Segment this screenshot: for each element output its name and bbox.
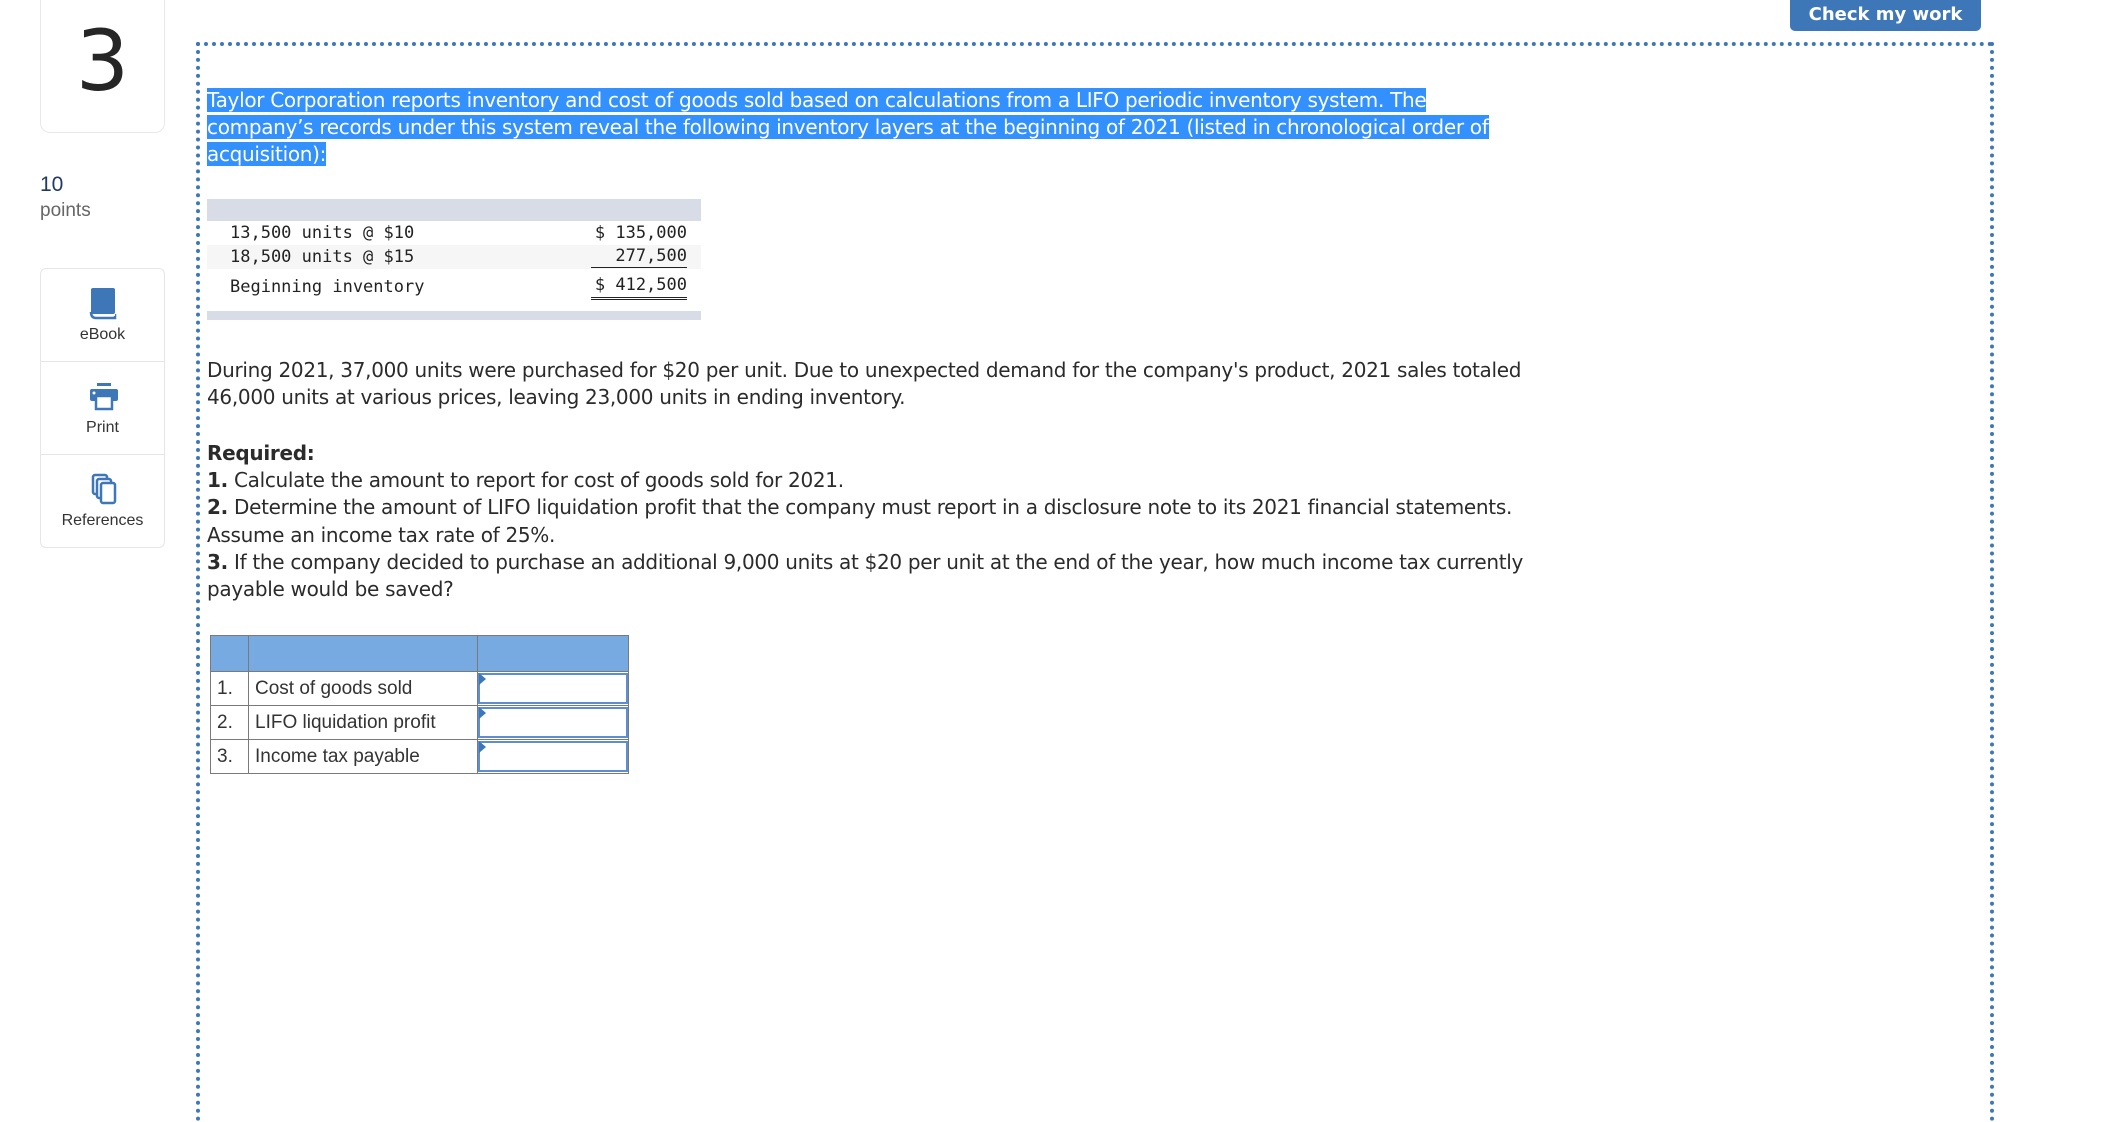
row-label: 13,500 units @ $10 [230,223,415,243]
points-value: 10 [40,173,64,196]
required-item-3: 3. If the company decided to purchase an… [207,549,1627,603]
answer-row-number: 1. [210,671,249,706]
book-icon [89,288,116,320]
question-intro: Taylor Corporation reports inventory and… [207,87,1627,169]
inventory-layers-table: 13,500 units @ $10 $ 135,000 18,500 unit… [207,199,701,320]
answer-row-number: 2. [210,705,249,740]
print-button[interactable]: Print [41,362,164,455]
ebook-label: eBook [79,326,126,343]
header-cell [210,635,249,672]
item-number: 1. [207,468,228,493]
table-row: 13,500 units @ $10 $ 135,000 [207,221,701,245]
required-heading: Required: [207,441,315,465]
flag-icon [479,741,486,753]
check-my-work-button[interactable]: Check my work [1790,0,1981,31]
item-text: Calculate the amount to report for cost … [227,468,844,493]
copy-pages-icon [91,473,116,505]
required-section: Required: 1. Calculate the amount to rep… [207,440,1627,603]
item-text: If the company decided to purchase an ad… [227,549,1524,574]
answer-table: 1. Cost of goods sold 2. LIFO liquidatio… [210,635,629,774]
question-number: 3 [40,0,165,133]
answer-header-row [210,635,629,672]
answer-row-number: 3. [210,739,249,774]
table-row: 18,500 units @ $15 277,500 [207,245,701,269]
item-text-cont: payable would be saved? [207,577,454,602]
required-item-1: 1. Calculate the amount to report for co… [207,467,1627,494]
references-label: References [61,512,144,529]
row-amount: 277,500 [591,246,687,268]
scenario-paragraph: During 2021, 37,000 units were purchased… [207,357,1627,411]
references-button[interactable]: References [41,455,164,547]
row-label: Beginning inventory [230,277,425,297]
table-footer-band [207,311,701,320]
answer-cell [477,671,629,706]
points-display: 10 points [40,172,91,224]
ebook-button[interactable]: eBook [41,269,164,362]
flag-icon [479,673,486,685]
intro-line-3: acquisition): [207,142,327,167]
item-text: Determine the amount of LIFO liquidation… [227,495,1513,520]
intro-line-2: company’s records under this system reve… [207,115,1489,140]
tools-panel: eBook Print References [40,268,165,548]
intro-line-1: Taylor Corporation reports inventory and… [207,88,1427,112]
points-label: points [40,200,91,221]
item-number: 2. [207,495,228,520]
answer-row: 1. Cost of goods sold [210,671,629,706]
answer-row: 2. LIFO liquidation profit [210,705,629,740]
answer-row-label: Income tax payable [248,739,478,774]
answer-cell [477,739,629,774]
required-item-2: 2. Determine the amount of LIFO liquidat… [207,494,1627,548]
income-tax-payable-input[interactable] [478,741,628,772]
scenario-line-1: During 2021, 37,000 units were purchased… [207,358,1522,382]
row-amount: $ 412,500 [591,275,687,300]
table-total-row: Beginning inventory $ 412,500 [207,269,701,305]
cost-of-goods-sold-input[interactable] [478,673,628,704]
item-text-cont: Assume an income tax rate of 25%. [207,522,556,547]
answer-cell [477,705,629,740]
answer-row-label: Cost of goods sold [248,671,478,706]
scenario-line-2: 46,000 units at various prices, leaving … [207,385,906,410]
item-number: 3. [207,549,228,574]
printer-icon [89,383,118,411]
print-label: Print [86,419,119,436]
lifo-liquidation-profit-input[interactable] [478,707,628,738]
row-amount: $ 135,000 [594,223,687,243]
header-cell [477,635,629,672]
answer-row-label: LIFO liquidation profit [248,705,478,740]
answer-row: 3. Income tax payable [210,739,629,774]
flag-icon [479,707,486,719]
row-label: 18,500 units @ $15 [230,247,415,267]
table-header-band [207,199,701,221]
header-cell [248,635,478,672]
